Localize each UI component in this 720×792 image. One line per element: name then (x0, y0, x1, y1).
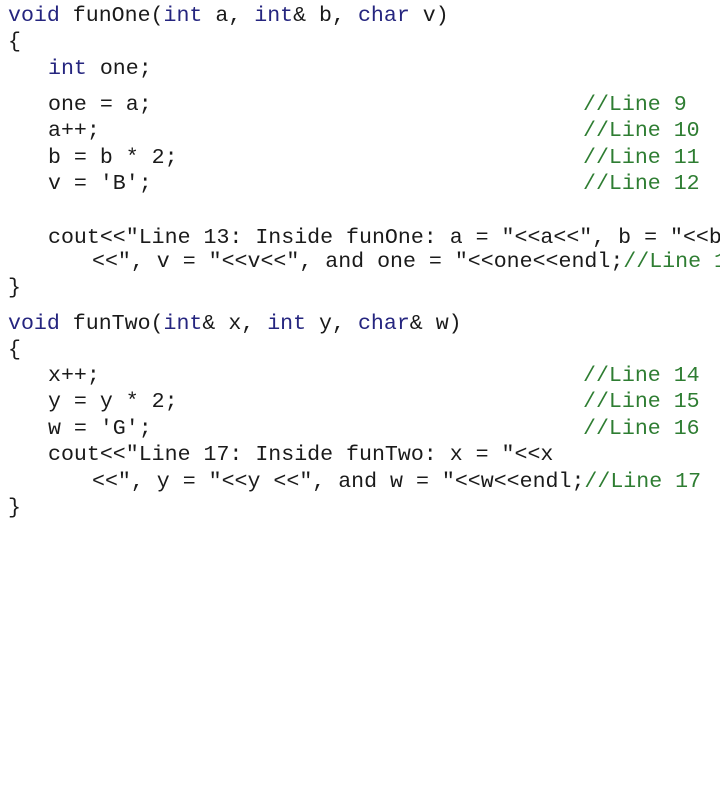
open-brace: { (8, 30, 21, 54)
line-comment: //Line 10 (583, 119, 700, 143)
code-line: b = b * 2; (48, 146, 178, 170)
line-comment: //Line 17 (584, 470, 702, 494)
code-line: one = a; (48, 93, 152, 117)
code-line: x++; (48, 364, 100, 388)
line-comment: //Line 13 (623, 250, 720, 274)
cout-line: cout<<"Line 17: Inside funTwo: x = "<<x (48, 443, 554, 467)
cout-code: <<", y = "<<y <<", and w = "<<w<<endl; (92, 470, 585, 494)
line-comment: //Line 14 (583, 364, 700, 388)
close-brace: } (8, 276, 21, 300)
keyword: int (163, 312, 203, 336)
code-line: a++; (48, 119, 100, 143)
keyword: char (357, 4, 410, 28)
keyword: int (48, 57, 87, 81)
keyword: int (254, 4, 294, 28)
line-comment: //Line 16 (583, 417, 700, 441)
cout-line: cout<<"Line 13: Inside funOne: a = "<<a<… (48, 226, 720, 250)
param: & x, (202, 312, 268, 336)
code-line: v = 'B'; (48, 172, 152, 196)
keyword: void (8, 312, 60, 336)
param: & b, (293, 4, 358, 28)
code-line: w = 'G'; (48, 417, 152, 441)
cout-continuation: <<", y = "<<y <<", and w = "<<w<<endl;//… (92, 469, 701, 496)
keyword: void (8, 4, 60, 28)
keyword: char (357, 312, 410, 336)
funone-signature: void funOne(int a, int& b, char v) (8, 3, 449, 30)
line-comment: //Line 11 (583, 146, 700, 170)
param: v) (409, 4, 449, 28)
declaration-line: int one; (48, 56, 152, 83)
line-comment: //Line 15 (583, 390, 700, 414)
param: y, (306, 312, 358, 336)
close-brace: } (8, 496, 21, 520)
param: a, (202, 4, 255, 28)
line-comment: //Line 12 (583, 172, 700, 196)
open-brace: { (8, 338, 21, 362)
cout-code: <<", v = "<<v<<", and one = "<<one<<endl… (92, 250, 624, 274)
code-line: y = y * 2; (48, 390, 178, 414)
line-comment: //Line 9 (583, 93, 687, 117)
funtwo-signature: void funTwo(int& x, int y, char& w) (8, 311, 462, 338)
function-name: funOne( (59, 4, 164, 28)
param: & w) (409, 312, 462, 336)
cout-continuation: <<", v = "<<v<<", and one = "<<one<<endl… (92, 249, 720, 276)
keyword: int (163, 4, 203, 28)
code-listing: void funOne(int a, int& b, char v) { int… (8, 0, 720, 792)
declaration-rest: one; (86, 57, 152, 81)
function-name: funTwo( (59, 312, 164, 336)
keyword: int (267, 312, 307, 336)
